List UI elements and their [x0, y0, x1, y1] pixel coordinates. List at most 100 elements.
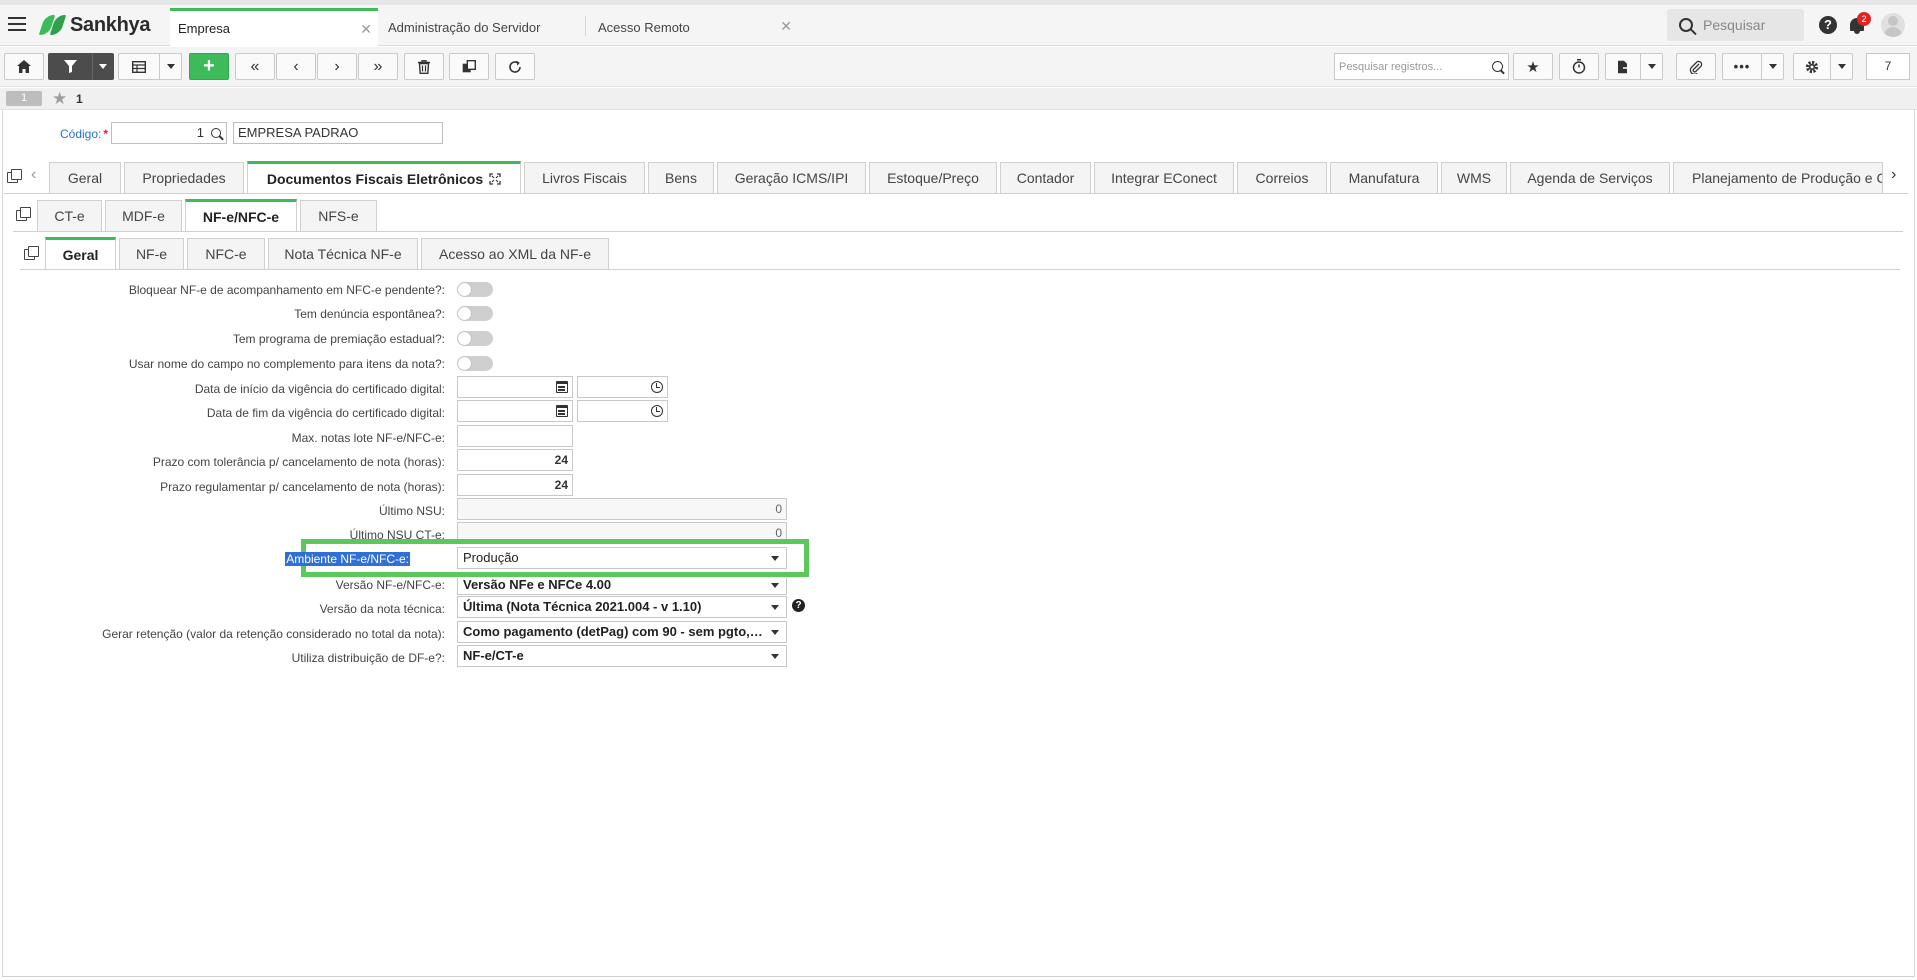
grid-view-button[interactable]	[118, 53, 160, 80]
grid-view-dropdown-button[interactable]	[160, 53, 182, 80]
expand-icon[interactable]	[489, 172, 501, 185]
usar-nome-campo-label: Usar nome do campo no complemento para i…	[128, 357, 445, 371]
delete-button[interactable]	[404, 53, 444, 80]
last-record-button[interactable]: »	[358, 53, 398, 80]
tab-mdf-e[interactable]: MDF-e	[105, 200, 182, 231]
tab-bens[interactable]: Bens	[648, 162, 714, 193]
denuncia-espontanea-toggle[interactable]	[457, 306, 493, 321]
search-icon	[1679, 18, 1693, 32]
gerar-retencao-select[interactable]: Como pagamento (detPag) com 90 - sem pgt…	[457, 621, 787, 643]
tab-nfe-nfce[interactable]: NF-e/NFC-e	[185, 199, 297, 231]
first-record-button[interactable]: «	[235, 53, 275, 80]
help-icon[interactable]: ?	[792, 599, 805, 612]
inicio-vigencia-time-input[interactable]	[577, 376, 668, 398]
clock-icon[interactable]	[651, 405, 663, 417]
next-record-button[interactable]: ›	[317, 53, 357, 80]
tab-nfs-e[interactable]: NFS-e	[300, 200, 377, 231]
premiacao-estadual-toggle[interactable]	[457, 331, 493, 346]
refresh-button[interactable]	[495, 53, 535, 80]
refresh-icon	[509, 60, 521, 73]
timer-button[interactable]	[1559, 53, 1599, 80]
denuncia-espontanea-label: Tem denúncia espontânea?:	[294, 307, 445, 321]
versao-nfe-select[interactable]: Versão NFe e NFCe 4.00	[457, 578, 787, 595]
avatar[interactable]	[1881, 13, 1905, 37]
inicio-vigencia-date-input[interactable]	[457, 376, 573, 398]
max-notas-lote-input[interactable]	[457, 425, 573, 447]
star-icon[interactable]: ★	[52, 89, 67, 109]
clock-icon[interactable]	[651, 381, 663, 393]
tab-livros-fiscais[interactable]: Livros Fiscais	[524, 162, 645, 193]
fim-vigencia-date-input[interactable]	[457, 400, 573, 422]
tab-documentos-fiscais[interactable]: Documentos Fiscais Eletrônicos	[247, 161, 521, 193]
tab-planejamento-producao[interactable]: Planejamento de Produção e C	[1673, 162, 1883, 193]
more-dropdown-button[interactable]	[1762, 53, 1784, 80]
codigo-label-text: Código:	[60, 127, 102, 141]
global-search-input[interactable]: Pesquisar	[1667, 9, 1804, 41]
timer-icon	[1572, 59, 1586, 74]
add-button[interactable]: +	[189, 53, 229, 80]
tab-propriedades[interactable]: Propriedades	[124, 162, 244, 193]
records-search-input[interactable]: Pesquisar registros...	[1334, 53, 1509, 80]
more-button[interactable]: •••	[1722, 53, 1762, 80]
gear-icon	[1805, 60, 1819, 73]
export-dropdown-button[interactable]	[1641, 53, 1663, 80]
home-button[interactable]	[4, 53, 44, 80]
top-bar: Sankhya Empresa ✕ Administração do Servi…	[0, 0, 1917, 46]
close-icon[interactable]: ✕	[360, 21, 372, 38]
prazo-regulamentar-input[interactable]: 24	[457, 474, 573, 496]
codigo-input[interactable]: 1	[111, 122, 227, 144]
export-button[interactable]	[1605, 53, 1641, 80]
tab-geral[interactable]: Geral	[49, 162, 121, 193]
attach-button[interactable]	[1676, 53, 1716, 80]
tab-manufatura[interactable]: Manufatura	[1330, 162, 1438, 193]
ambiente-value: Produção	[463, 550, 519, 565]
tab-inner-geral[interactable]: Geral	[45, 237, 116, 269]
tab-geracao-icms-ipi[interactable]: Geração ICMS/IPI	[717, 162, 866, 193]
tab-inner-acesso-xml[interactable]: Acesso ao XML da NF-e	[421, 238, 609, 269]
search-icon[interactable]	[211, 128, 221, 138]
calendar-icon[interactable]	[556, 381, 568, 393]
brand-logo[interactable]: Sankhya	[38, 13, 150, 37]
codigo-label: Código: *	[60, 127, 108, 141]
tab-inner-nfe[interactable]: NF-e	[119, 238, 184, 269]
fim-vigencia-time-input[interactable]	[577, 400, 668, 422]
tab-wms[interactable]: WMS	[1441, 162, 1507, 193]
chevron-down-icon	[771, 630, 779, 635]
tab-ct-e[interactable]: CT-e	[37, 200, 102, 231]
tab-integrar-econect[interactable]: Integrar EConect	[1094, 162, 1234, 193]
prazo-tolerancia-input[interactable]: 24	[457, 449, 573, 471]
usar-nome-campo-toggle[interactable]	[457, 356, 493, 371]
bloquear-nfe-toggle[interactable]	[457, 282, 493, 297]
tab-inner-nota-tecnica[interactable]: Nota Técnica NF-e	[268, 238, 418, 269]
help-icon[interactable]: ?	[1819, 16, 1837, 34]
duplicate-icon	[462, 60, 476, 73]
filter-dropdown-button[interactable]	[92, 53, 114, 80]
tab-estoque-preco[interactable]: Estoque/Preço	[869, 162, 997, 193]
tab-agenda-servicos[interactable]: Agenda de Serviços	[1510, 162, 1670, 193]
records-search-placeholder: Pesquisar registros...	[1339, 60, 1443, 73]
settings-button[interactable]	[1793, 53, 1831, 80]
bloquear-nfe-label: Bloquear NF-e de acompanhamento em NFC-e…	[128, 283, 445, 297]
record-index-badge[interactable]: 1	[6, 91, 42, 106]
app-tab-label: Administração do Servidor	[388, 19, 541, 35]
tab-contador[interactable]: Contador	[1000, 162, 1091, 193]
distribuicao-dfe-select[interactable]: NF-e/CT-e	[457, 645, 787, 667]
settings-dropdown-button[interactable]	[1831, 53, 1853, 80]
calendar-icon[interactable]	[556, 405, 568, 417]
app-tab-administracao[interactable]: Administração do Servidor	[380, 8, 586, 46]
ambiente-select[interactable]: Produção	[457, 547, 787, 569]
menu-icon[interactable]	[8, 17, 26, 31]
tab-inner-nfce[interactable]: NFC-e	[187, 238, 265, 269]
app-tab-acesso-remoto[interactable]: Acesso Remoto ✕	[590, 8, 798, 46]
previous-record-button[interactable]: ‹	[276, 53, 316, 80]
filter-button[interactable]	[48, 53, 92, 80]
versao-nota-tecnica-select[interactable]: Última (Nota Técnica 2021.004 - v 1.10)	[457, 596, 787, 618]
app-tab-empresa[interactable]: Empresa ✕	[170, 8, 378, 46]
close-icon[interactable]: ✕	[780, 18, 792, 35]
chevron-right-icon[interactable]: ›	[1891, 166, 1896, 184]
favorite-button[interactable]: ★	[1513, 53, 1553, 80]
brand-name: Sankhya	[70, 13, 151, 36]
duplicate-button[interactable]	[449, 53, 489, 80]
tab-correios[interactable]: Correios	[1237, 162, 1327, 193]
ambiente-label-text: Ambiente NF-e/NFC-e:	[285, 552, 410, 566]
